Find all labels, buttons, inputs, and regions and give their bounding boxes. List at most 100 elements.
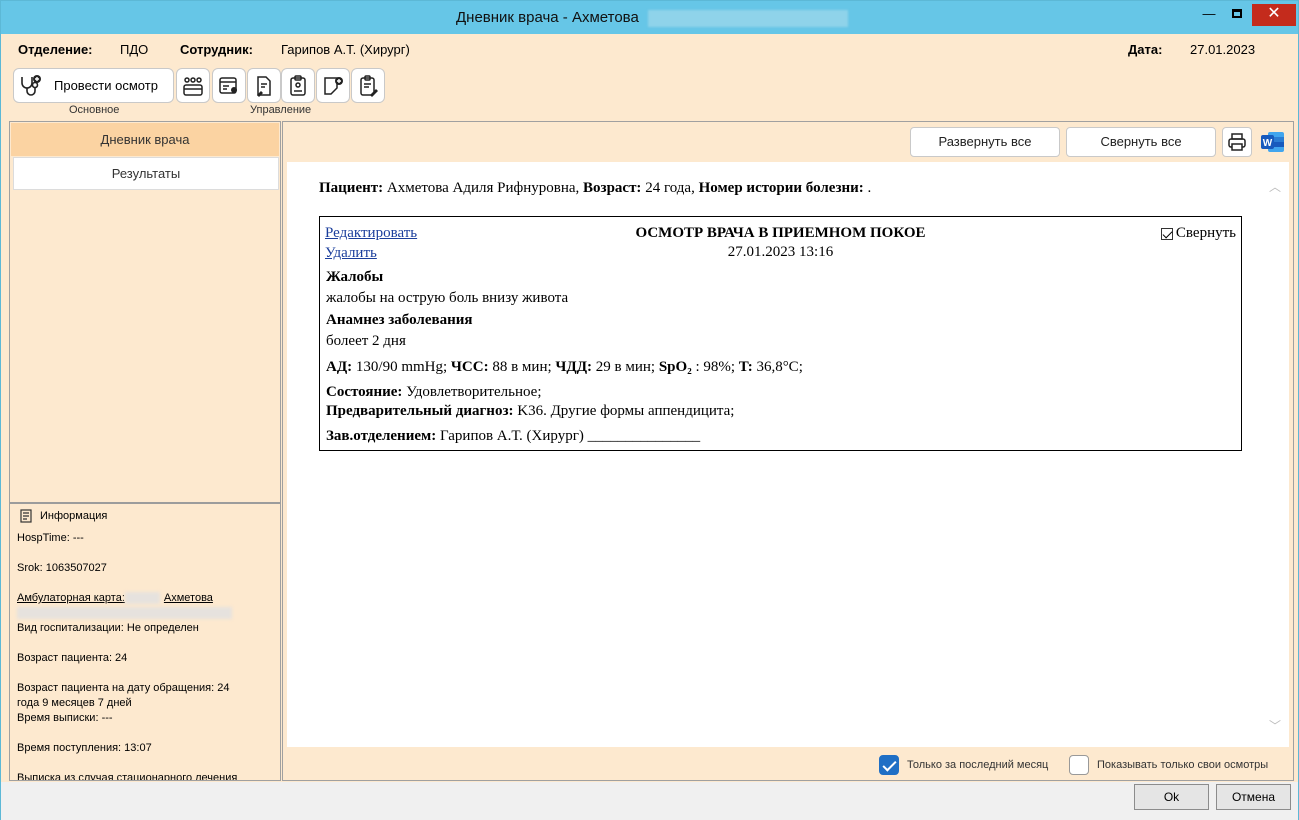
last-month-filter[interactable]: Только за последний месяц: [879, 755, 1048, 775]
age-label: Возраст:: [583, 180, 642, 196]
ok-button[interactable]: Ok: [1134, 784, 1209, 810]
patient-line: Пациент: Ахметова Адиля Рифнуровна, Возр…: [319, 180, 871, 197]
amb-card-label[interactable]: Амбулаторная карта:: [17, 592, 125, 604]
info-discharge-time: Время выписки: ---: [17, 712, 113, 724]
main-panel: Развернуть все Свернуть все W Пациент: А…: [282, 121, 1294, 781]
collapse-label: Свернуть: [1175, 225, 1236, 241]
diagnosis-line: Предварительный диагноз: K36. Другие фор…: [326, 403, 734, 420]
scroll-down-icon[interactable]: ﹀: [1269, 717, 1281, 734]
temp-label: T:: [738, 359, 753, 375]
state-value: Удовлетворительное;: [406, 384, 542, 400]
info-header: Информация: [20, 509, 107, 523]
diagnosis-label: Предварительный диагноз:: [326, 403, 514, 419]
redacted-title-part: [648, 10, 848, 27]
collapse-checkbox[interactable]: [1160, 227, 1173, 240]
stethoscope-plus-icon: [21, 74, 41, 96]
state-label: Состояние:: [326, 384, 403, 400]
cancel-button[interactable]: Отмена: [1216, 784, 1291, 810]
note-plus-icon: [324, 76, 343, 95]
own-only-filter[interactable]: Показывать только свои осмотры: [1069, 755, 1268, 775]
info-age: Возраст пациента: 24: [17, 652, 128, 664]
info-age-at-visit: Возраст пациента на дату обращения: 24: [17, 682, 230, 694]
head-line: Зав.отделением: Гарипов А.Т. (Хирург) __…: [326, 428, 700, 445]
info-panel: Информация HospTime: --- Srok: 106350702…: [10, 502, 280, 780]
add-record-button[interactable]: [316, 68, 350, 103]
anamnesis-text: болеет 2 дня: [326, 333, 406, 349]
group-button[interactable]: [176, 68, 210, 103]
diary-document: Пациент: Ахметова Адиля Рифнуровна, Возр…: [287, 162, 1289, 747]
printer-icon: [1228, 133, 1246, 151]
exam-title: ОСМОТР ВРАЧА В ПРИЕМНОМ ПОКОЕ: [635, 225, 926, 241]
amb-card-name[interactable]: Ахметова: [164, 592, 213, 604]
own-only-checkbox[interactable]: [1069, 755, 1089, 775]
rr-label: ЧДД:: [555, 359, 593, 375]
collapse-all-button[interactable]: Свернуть все: [1066, 127, 1216, 157]
maximize-icon: [1232, 9, 1242, 18]
expand-all-button[interactable]: Развернуть все: [910, 127, 1060, 157]
department-value: ПДО: [120, 42, 149, 57]
info-hosp-type: Вид госпитализации: Не определен: [17, 622, 199, 634]
department-label: Отделение:: [18, 42, 93, 57]
badge-button[interactable]: [281, 68, 315, 103]
complaints-text: жалобы на острую боль внизу живота: [326, 290, 569, 306]
patient-card-button[interactable]: [212, 68, 246, 103]
document-pen-icon: [257, 75, 271, 97]
head-label: Зав.отделением:: [326, 428, 437, 444]
date-label: Дата:: [1128, 42, 1163, 57]
rr-value: 29 в мин;: [595, 359, 656, 375]
document-sign-button[interactable]: [247, 68, 281, 103]
toolbar-group-manage: Управление: [250, 104, 312, 116]
head-value: Гарипов А.Т. (Хирург) _______________: [439, 428, 701, 444]
minimize-button[interactable]: —: [1196, 4, 1222, 26]
dialog-button-bar: Ok Отмена: [1, 782, 1298, 820]
main-window: Дневник врача - Ахметова — ✕ Отделение: …: [0, 0, 1299, 820]
info-hosp-time: HospTime: ---: [17, 532, 84, 544]
sidebar-item-doctor-diary[interactable]: Дневник врача: [11, 123, 279, 156]
complaints-title: Жалобы: [326, 269, 384, 285]
info-title: Информация: [40, 510, 108, 522]
anamnesis-title: Анамнез заболевания: [326, 312, 473, 328]
info-doc-icon: [20, 509, 32, 523]
redacted-block: [124, 592, 160, 605]
export-word-button[interactable]: W: [1258, 127, 1288, 157]
svg-text:W: W: [1263, 138, 1273, 149]
diagnosis-value: K36. Другие формы аппендицита;: [517, 403, 735, 419]
conduct-exam-label: Провести осмотр: [54, 78, 158, 93]
info-age-at-visit-cont: года 9 месяцев 7 дней: [17, 697, 132, 709]
info-extract: Выписка из случая стационарного лечения: [17, 772, 238, 780]
state-line: Состояние: Удовлетворительное;: [326, 384, 542, 401]
date-value: 27.01.2023: [1190, 42, 1256, 57]
conduct-exam-button[interactable]: Провести осмотр: [13, 68, 174, 103]
word-icon: W: [1261, 132, 1284, 152]
employee-value: Гарипов А.Т. (Хирург): [281, 42, 410, 57]
card-user-icon: [219, 76, 237, 94]
title-bar[interactable]: Дневник врача - Ахметова — ✕: [1, 1, 1298, 34]
redacted-block: [17, 607, 232, 620]
own-only-label: Показывать только свои осмотры: [1097, 759, 1269, 771]
people-group-icon: [183, 76, 203, 96]
patient-name: Ахметова Адиля Рифнуровна,: [386, 180, 580, 196]
bp-label: АД:: [326, 359, 353, 375]
info-admission-time: Время поступления: 13:07: [17, 742, 152, 754]
clipboard-pen-icon: [360, 74, 378, 97]
employee-label: Сотрудник:: [180, 42, 253, 57]
toolbar-group-main: Основное: [69, 104, 120, 116]
window-title: Дневник врача - Ахметова: [456, 9, 639, 26]
vitals-line: АД: 130/90 mmHg; ЧСС: 88 в мин; ЧДД: 29 …: [326, 359, 803, 376]
info-amb-card[interactable]: Амбулаторная карта: Ахметова: [17, 591, 213, 606]
info-srok: Srok: 1063507027: [17, 562, 107, 574]
scroll-up-icon[interactable]: ︿: [1269, 178, 1281, 195]
hr-value: 88 в мин;: [492, 359, 552, 375]
sidebar-item-results[interactable]: Результаты: [13, 157, 279, 190]
last-month-label: Только за последний месяц: [907, 759, 1049, 771]
age-value: 24 года,: [645, 180, 695, 196]
close-button[interactable]: ✕: [1252, 4, 1296, 26]
maximize-button[interactable]: [1224, 4, 1250, 26]
spo2-value: : 98%;: [695, 359, 736, 375]
print-button[interactable]: [1222, 127, 1252, 157]
last-month-checkbox[interactable]: [879, 755, 899, 775]
collapse-toggle[interactable]: Свернуть: [1160, 225, 1236, 242]
clipboard-edit-button[interactable]: [351, 68, 385, 103]
spo2-label: SpO₂: [658, 359, 692, 375]
hr-label: ЧСС:: [450, 359, 489, 375]
